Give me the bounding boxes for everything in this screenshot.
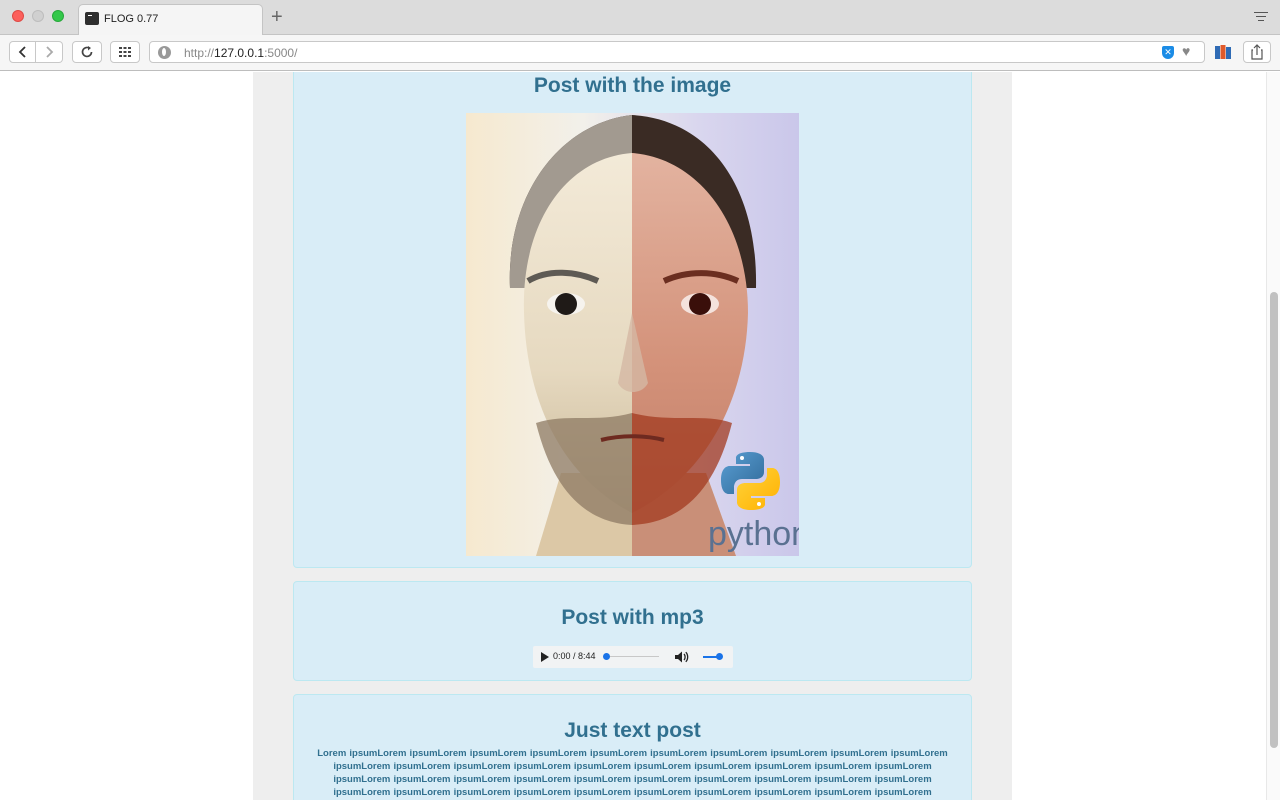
shield-icon[interactable]: ✕ bbox=[1162, 46, 1174, 59]
tab-list-menu-icon[interactable] bbox=[1254, 10, 1268, 24]
browser-tab[interactable]: FLOG 0.77 bbox=[78, 4, 263, 36]
scrollbar-thumb[interactable] bbox=[1270, 292, 1278, 748]
share-icon bbox=[1251, 44, 1263, 60]
audio-progress-track[interactable] bbox=[605, 656, 659, 657]
grid-icon bbox=[119, 47, 131, 57]
minimize-window-button[interactable] bbox=[32, 10, 44, 22]
new-tab-button[interactable]: + bbox=[271, 7, 283, 27]
audio-post: Post with mp3 0:00 / 8:44 bbox=[293, 581, 972, 681]
reload-button[interactable] bbox=[72, 41, 102, 63]
audio-progress-knob[interactable] bbox=[603, 653, 610, 660]
page-viewport: Post with the image pytho Post with mp3 … bbox=[0, 72, 1280, 800]
post-title: Just text post bbox=[564, 719, 701, 742]
python-watermark: python bbox=[708, 515, 799, 553]
volume-slider-knob[interactable] bbox=[716, 653, 723, 660]
maximize-window-button[interactable] bbox=[52, 10, 64, 22]
back-button[interactable] bbox=[9, 41, 36, 63]
url-text[interactable]: http://127.0.0.1:5000/ bbox=[184, 46, 297, 60]
volume-icon[interactable] bbox=[673, 649, 689, 665]
play-icon[interactable] bbox=[541, 652, 549, 662]
page-scrollbar[interactable] bbox=[1266, 72, 1280, 800]
close-window-button[interactable] bbox=[12, 10, 24, 22]
reload-icon bbox=[81, 46, 93, 58]
forward-button[interactable] bbox=[36, 41, 63, 63]
browser-toolbar: http://127.0.0.1:5000/ ✕ ♥ bbox=[0, 35, 1280, 71]
audio-time: 0:00 / 8:44 bbox=[553, 651, 596, 661]
bookmarks-extension-icon[interactable] bbox=[1214, 43, 1232, 61]
post-title: Post with mp3 bbox=[561, 606, 704, 629]
post-body: Lorem ipsumLorem ipsumLorem ipsumLorem i… bbox=[317, 748, 948, 798]
chevron-left-icon bbox=[18, 46, 26, 58]
terminal-favicon-icon bbox=[85, 12, 99, 25]
globe-icon bbox=[158, 46, 171, 59]
post-image[interactable]: python bbox=[466, 113, 799, 556]
share-button[interactable] bbox=[1243, 41, 1271, 63]
text-post: Just text post Lorem ipsumLorem ipsumLor… bbox=[293, 694, 972, 800]
browser-titlebar: FLOG 0.77 + bbox=[0, 0, 1280, 36]
heart-icon[interactable]: ♥ bbox=[1182, 43, 1190, 59]
post-title: Post with the image bbox=[533, 74, 732, 97]
speed-dial-button[interactable] bbox=[110, 41, 140, 63]
image-post: Post with the image pytho bbox=[293, 72, 972, 568]
chevron-right-icon bbox=[46, 46, 54, 58]
tab-title: FLOG 0.77 bbox=[104, 13, 159, 25]
address-bar[interactable]: http://127.0.0.1:5000/ ✕ ♥ bbox=[149, 41, 1205, 63]
audio-player[interactable]: 0:00 / 8:44 bbox=[533, 646, 733, 668]
